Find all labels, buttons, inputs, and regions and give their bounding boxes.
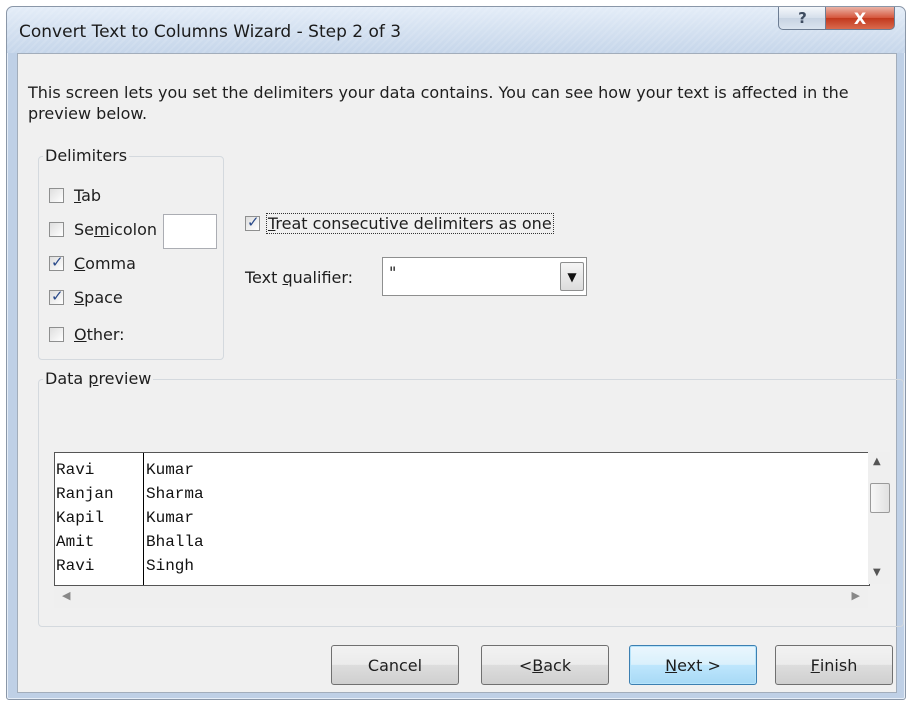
text-qualifier-label: Text qualifier:	[245, 268, 354, 287]
intro-text: This screen lets you set the delimiters …	[28, 83, 849, 123]
next-button[interactable]: Next >	[629, 645, 757, 685]
treat-consecutive-checkbox-box[interactable]	[245, 213, 260, 231]
semicolon-checkbox-label: Semicolon	[74, 219, 157, 239]
comma-checkbox-label: Comma	[74, 253, 136, 273]
preview-cell: Ravi	[56, 557, 95, 575]
preview-cell: Kumar	[146, 509, 195, 527]
close-button[interactable]: X	[825, 7, 895, 30]
preview-vertical-scrollbar[interactable]: ▲ ▼	[868, 452, 890, 584]
preview-cell: Bhalla	[146, 533, 204, 551]
delimiters-legend: Delimiters	[43, 146, 130, 165]
scroll-left-icon[interactable]: ◀	[62, 589, 70, 602]
preview-cell: Singh	[146, 557, 195, 575]
data-preview-legend: Data preview	[43, 369, 154, 388]
treat-consecutive-checkbox[interactable]: Treat consecutive delimiters as one	[245, 212, 554, 234]
semicolon-checkbox-box[interactable]	[49, 221, 64, 237]
preview-cell: Sharma	[146, 485, 204, 503]
cancel-button[interactable]: Cancel	[331, 645, 459, 685]
title-bar[interactable]: Convert Text to Columns Wizard - Step 2 …	[7, 7, 905, 53]
space-checkbox-box[interactable]	[49, 287, 64, 305]
comma-checkbox-box[interactable]	[49, 253, 64, 271]
help-button[interactable]: ?	[778, 7, 827, 30]
dialog-body: This screen lets you set the delimiters …	[17, 53, 904, 693]
preview-cell: Ranjan	[56, 485, 114, 503]
dropdown-button[interactable]: ▼	[560, 262, 584, 291]
preview-horizontal-scrollbar[interactable]: ◀ ▶	[54, 586, 868, 608]
back-button[interactable]: < Back	[481, 645, 609, 685]
wizard-window: Convert Text to Columns Wizard - Step 2 …	[6, 6, 906, 700]
delimiters-group: Delimiters Tab Semicolon Comma Space Oth…	[38, 146, 224, 360]
column-break-line[interactable]	[143, 453, 144, 585]
preview-cell: Amit	[56, 533, 95, 551]
scroll-up-icon[interactable]: ▲	[873, 456, 881, 467]
help-icon: ?	[798, 9, 807, 27]
close-icon: X	[853, 8, 867, 28]
preview-cell: Kapil	[56, 509, 105, 527]
semicolon-checkbox[interactable]: Semicolon	[49, 218, 157, 240]
preview-cell: Ravi	[56, 461, 95, 479]
other-delimiter-input[interactable]	[163, 214, 217, 249]
tab-checkbox-box[interactable]	[49, 187, 64, 203]
window-title: Convert Text to Columns Wizard - Step 2 …	[19, 22, 402, 42]
chevron-down-icon: ▼	[567, 269, 577, 284]
other-checkbox-box[interactable]	[49, 326, 64, 342]
treat-consecutive-label: Treat consecutive delimiters as one	[266, 212, 554, 234]
other-checkbox[interactable]: Other:	[49, 323, 125, 345]
data-preview-grid[interactable]: Ravi Kumar Ranjan Sharma Kapil Kumar Ami…	[54, 452, 870, 586]
text-qualifier-select[interactable]: " ▼	[382, 257, 587, 296]
other-checkbox-label: Other:	[74, 324, 125, 344]
space-checkbox[interactable]: Space	[49, 286, 123, 308]
preview-cell: Kumar	[146, 461, 195, 479]
tab-checkbox[interactable]: Tab	[49, 184, 101, 206]
tab-checkbox-label: Tab	[74, 185, 102, 205]
space-checkbox-label: Space	[74, 287, 123, 307]
scroll-right-icon[interactable]: ▶	[852, 589, 860, 602]
finish-button[interactable]: Finish	[775, 645, 893, 685]
comma-checkbox[interactable]: Comma	[49, 252, 136, 274]
scroll-down-icon[interactable]: ▼	[873, 567, 881, 578]
text-qualifier-value: "	[389, 263, 397, 282]
scroll-thumb[interactable]	[870, 483, 890, 513]
